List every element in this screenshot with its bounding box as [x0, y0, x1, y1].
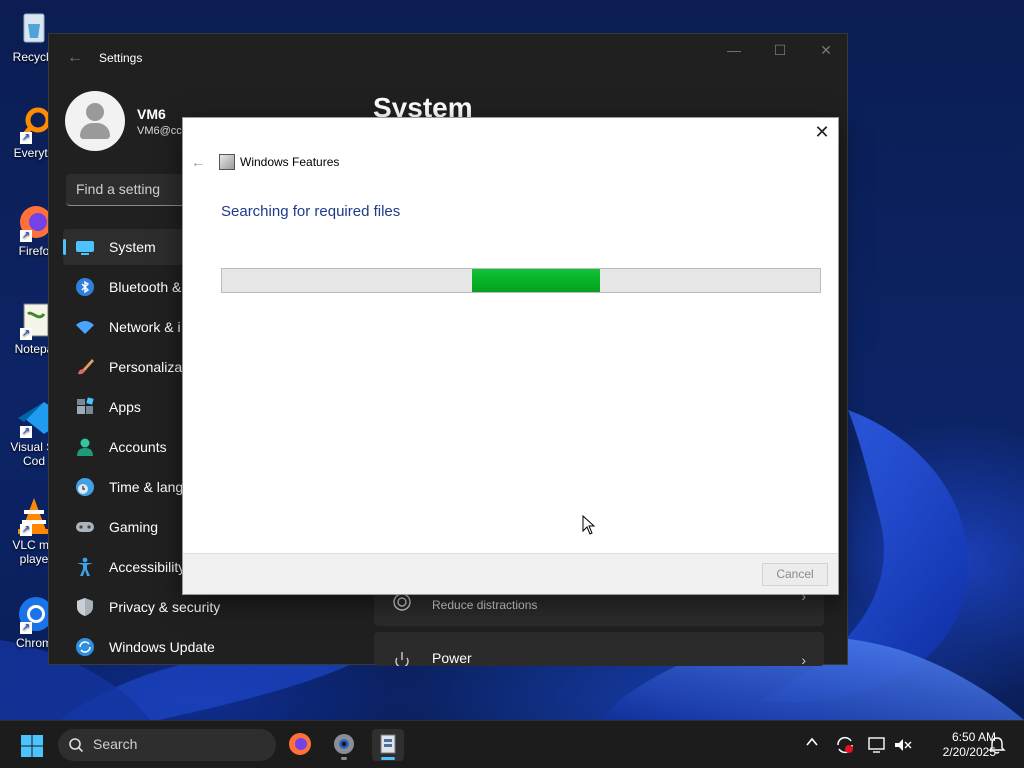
sync-error-icon[interactable] [835, 735, 855, 768]
taskbar-windows-features[interactable] [372, 729, 404, 761]
shortcut-arrow-icon: ↗ [20, 230, 32, 242]
desktop-icon-label: Firefo [18, 244, 50, 258]
desktop-icon-label: Chrom [15, 636, 52, 650]
notification-bell-icon[interactable] [988, 736, 1006, 768]
accounts-icon [77, 438, 93, 456]
progress-bar [221, 268, 821, 293]
search-label: Search [93, 736, 138, 752]
dialog-title: Windows Features [240, 155, 340, 169]
shortcut-arrow-icon: ↗ [20, 622, 32, 634]
profile-email: VM6@cc [137, 125, 182, 137]
maximize-button[interactable]: ☐ [765, 42, 795, 59]
chevron-up-icon[interactable] [805, 735, 819, 768]
cancel-button[interactable]: Cancel [762, 563, 828, 586]
close-button[interactable]: ✕ [811, 42, 841, 59]
dialog-close-button[interactable]: ✕ [814, 122, 830, 143]
settings-titlebar: ← Settings — ☐ ✕ [49, 34, 847, 82]
shortcut-arrow-icon: ↗ [20, 328, 32, 340]
card-title: Power [432, 650, 472, 666]
start-button[interactable] [20, 734, 44, 758]
taskbar-search[interactable]: Search [58, 729, 276, 761]
nav-label: Bluetooth & [109, 279, 182, 295]
nav-label: Network & i [109, 319, 181, 335]
nav-label: Windows Update [109, 639, 215, 655]
window-title: Settings [99, 51, 143, 65]
brush-icon [78, 359, 94, 375]
power-icon [395, 652, 409, 666]
taskbar-firefox[interactable] [284, 729, 316, 761]
windows-features-dialog: ✕ ← Windows Features Searching for requi… [182, 117, 839, 595]
nav-label: Accessibility [109, 559, 186, 575]
wifi-icon [76, 321, 94, 334]
taskbar: Search 6:50 AM 2/20/2025 [0, 720, 1024, 768]
dialog-footer: Cancel [183, 553, 838, 594]
clock-icon [76, 478, 94, 496]
firefox-icon [289, 733, 311, 755]
system-icon [76, 241, 94, 255]
network-display-icon[interactable] [867, 735, 887, 768]
update-icon [76, 638, 94, 656]
taskbar-settings[interactable] [328, 729, 360, 761]
nav-item-windows-update[interactable]: Windows Update [63, 629, 383, 665]
clock-date: 2/20/2025 [942, 745, 996, 759]
nav-label: Apps [109, 399, 141, 415]
focus-icon [393, 593, 411, 611]
clock-time: 6:50 AM [951, 730, 996, 744]
shortcut-arrow-icon: ↗ [20, 132, 32, 144]
mouse-cursor-icon [582, 515, 596, 535]
running-indicator [341, 757, 347, 760]
back-arrow-icon[interactable]: ← [67, 49, 83, 67]
minimize-button[interactable]: — [719, 42, 749, 58]
profile-name: VM6 [137, 106, 166, 122]
chevron-right-icon: › [801, 652, 806, 668]
nav-label: Accounts [109, 439, 167, 455]
running-indicator [381, 757, 395, 760]
volume-muted-icon[interactable] [893, 735, 913, 768]
search-icon [69, 738, 84, 753]
card-subtitle: Reduce distractions [432, 598, 538, 612]
taskbar-clock[interactable]: 6:50 AM 2/20/2025 [916, 730, 996, 760]
nav-label: Time & lang [109, 479, 184, 495]
gamepad-icon [76, 522, 94, 532]
dialog-heading: Searching for required files [221, 203, 401, 220]
shortcut-arrow-icon: ↗ [20, 524, 32, 536]
accessibility-icon [77, 557, 93, 576]
shortcut-arrow-icon: ↗ [20, 426, 32, 438]
nav-label: System [109, 239, 156, 255]
progress-bar-fill [472, 269, 600, 292]
apps-icon [77, 397, 94, 414]
nav-label: Personalizat [109, 359, 187, 375]
nav-label: Gaming [109, 519, 159, 535]
shield-icon [77, 598, 93, 616]
nav-label: Privacy & security [109, 599, 221, 615]
settings-card-power[interactable]: Power › [374, 632, 824, 668]
windows-features-icon [219, 154, 235, 170]
back-arrow-icon[interactable]: ← [191, 154, 205, 170]
avatar[interactable] [65, 91, 125, 151]
bluetooth-icon [76, 278, 94, 296]
